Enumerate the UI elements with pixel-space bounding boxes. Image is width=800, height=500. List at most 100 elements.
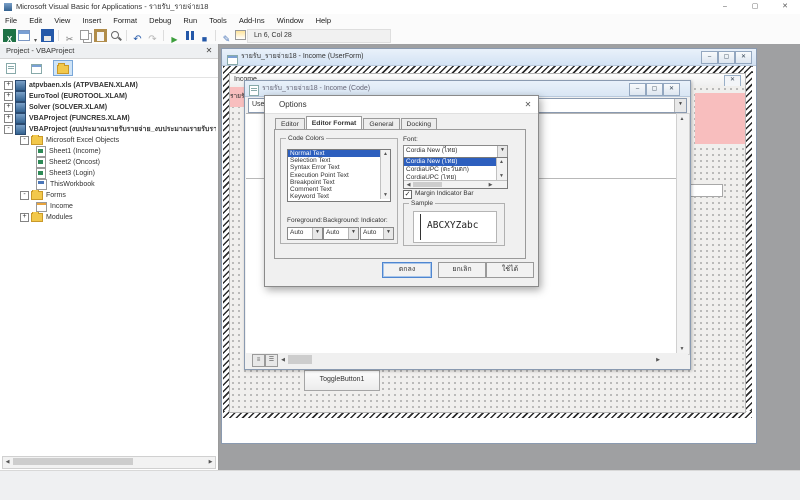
maximize-icon[interactable]: ▢ xyxy=(742,0,768,14)
menu-addins[interactable]: Add-Ins xyxy=(234,14,270,27)
hscroll-thumb[interactable] xyxy=(13,458,133,465)
project-explorer-icon[interactable] xyxy=(235,30,246,40)
run-icon[interactable] xyxy=(168,29,181,42)
view-object-icon[interactable] xyxy=(27,61,45,75)
scroll-left-icon[interactable]: ◀ xyxy=(405,182,412,188)
undo-icon[interactable] xyxy=(131,29,144,42)
insert-dropdown-icon[interactable] xyxy=(32,29,39,42)
cancel-button[interactable]: ยกเลิก xyxy=(438,262,486,278)
margin-indicator-checkbox[interactable]: ✓ xyxy=(403,190,412,199)
minimize-icon[interactable]: – xyxy=(712,0,738,14)
break-icon[interactable] xyxy=(183,29,196,42)
menu-view[interactable]: View xyxy=(49,14,75,27)
list-item[interactable]: Keyword Text xyxy=(288,193,390,200)
expander-icon[interactable]: + xyxy=(4,81,13,90)
design-mode-icon[interactable] xyxy=(220,29,233,42)
procedure-view-icon[interactable]: ≡ xyxy=(252,354,265,367)
menu-tools[interactable]: Tools xyxy=(204,14,232,27)
menu-debug[interactable]: Debug xyxy=(144,14,176,27)
designer-close-icon[interactable]: ✕ xyxy=(735,51,752,64)
scroll-right-icon[interactable]: ▶ xyxy=(487,182,494,188)
hscroll-thumb[interactable] xyxy=(288,355,312,364)
stop-icon[interactable] xyxy=(198,29,211,42)
options-titlebar[interactable]: Options ✕ xyxy=(265,96,538,114)
form-selection-border-top[interactable] xyxy=(223,66,753,73)
code-minimize-icon[interactable]: – xyxy=(629,83,646,96)
tree-item-eurotool[interactable]: +EuroTool (EUROTOOL.XLAM) xyxy=(2,91,216,102)
tree-item-thisworkbook[interactable]: ThisWorkbook xyxy=(2,179,216,190)
save-icon[interactable] xyxy=(41,29,54,42)
tab-editor-format[interactable]: Editor Format xyxy=(306,116,363,130)
scroll-up-icon[interactable]: ▲ xyxy=(381,151,390,157)
combo-arrow-icon[interactable]: ▼ xyxy=(348,228,358,239)
indicator-combo[interactable]: Auto▼ xyxy=(360,227,394,240)
menu-insert[interactable]: Insert xyxy=(77,14,106,27)
list-item[interactable]: Execution Point Text xyxy=(288,172,390,179)
full-module-view-icon[interactable]: ☰ xyxy=(265,354,278,367)
menu-help[interactable]: Help xyxy=(311,14,336,27)
font-combo-arrow-icon[interactable]: ▼ xyxy=(497,146,507,157)
code-vscrollbar[interactable]: ▲ ▼ xyxy=(676,113,690,355)
expander-icon[interactable]: - xyxy=(20,136,29,145)
background-combo[interactable]: Auto▼ xyxy=(323,227,359,240)
paste-icon[interactable] xyxy=(94,29,107,42)
menu-window[interactable]: Window xyxy=(272,14,309,27)
scroll-up-icon[interactable]: ▲ xyxy=(677,116,687,122)
project-panel-header[interactable]: Project - VBAProject ✕ xyxy=(0,44,218,59)
tree-item-excel-objects[interactable]: -Microsoft Excel Objects xyxy=(2,135,216,146)
expander-icon[interactable]: + xyxy=(4,92,13,101)
copy-icon[interactable] xyxy=(80,30,89,40)
code-maximize-icon[interactable]: ▢ xyxy=(646,83,663,96)
tree-item-modules[interactable]: +Modules xyxy=(2,212,216,223)
tree-item-sheet3[interactable]: Sheet3 (Login) xyxy=(2,168,216,179)
list-item[interactable]: Normal Text xyxy=(288,150,390,157)
scroll-down-icon[interactable]: ▼ xyxy=(677,346,687,352)
tree-item-sheet1[interactable]: Sheet1 (Income) xyxy=(2,146,216,157)
expander-icon[interactable]: - xyxy=(20,191,29,200)
font-dropdown-list[interactable]: Cordia New (ไทย) CordiaUPC (ตะวันตก) Cor… xyxy=(403,157,508,189)
scroll-right-icon[interactable]: ▶ xyxy=(654,357,662,363)
scroll-left-icon[interactable]: ◀ xyxy=(279,357,287,363)
combo-arrow-icon[interactable]: ▼ xyxy=(383,228,393,239)
close-icon[interactable]: ✕ xyxy=(772,0,798,14)
panel-close-icon[interactable]: ✕ xyxy=(202,44,216,58)
designer-minimize-icon[interactable]: – xyxy=(701,51,718,64)
tree-item-forms[interactable]: -Forms xyxy=(2,190,216,201)
scroll-left-icon[interactable]: ◀ xyxy=(4,459,11,465)
menu-edit[interactable]: Edit xyxy=(24,14,47,27)
expander-icon[interactable]: + xyxy=(4,114,13,123)
combo-arrow-icon[interactable]: ▼ xyxy=(312,228,322,239)
font-option[interactable]: CordiaUPC (ตะวันตก) xyxy=(404,166,497,174)
designer-titlebar[interactable]: รายรับ_รายจ่าย18 - Income (UserForm) – ▢… xyxy=(222,49,756,66)
apply-button[interactable]: ใช้ได้ xyxy=(486,262,534,278)
tree-item-solver[interactable]: +Solver (SOLVER.XLAM) xyxy=(2,102,216,113)
list-item[interactable]: Breakpoint Text xyxy=(288,179,390,186)
scroll-down-icon[interactable]: ▼ xyxy=(497,173,506,179)
expander-icon[interactable]: + xyxy=(20,213,29,222)
expander-icon[interactable]: + xyxy=(4,103,13,112)
ok-button[interactable]: ตกลง xyxy=(382,262,432,278)
designer-maximize-icon[interactable]: ▢ xyxy=(718,51,735,64)
find-icon[interactable] xyxy=(109,29,122,42)
view-excel-icon[interactable] xyxy=(3,29,16,42)
toggle-folders-icon[interactable] xyxy=(53,60,73,76)
font-option[interactable]: Cordia New (ไทย) xyxy=(404,158,497,166)
font-list-hscrollbar[interactable]: ◀ ▶ xyxy=(404,180,507,188)
foreground-combo[interactable]: Auto▼ xyxy=(287,227,323,240)
options-dialog[interactable]: Options ✕ EditorEditor FormatGeneralDock… xyxy=(264,95,539,287)
tree-item-income-form[interactable]: Income xyxy=(2,201,216,212)
menu-file[interactable]: File xyxy=(0,14,22,27)
redo-icon[interactable] xyxy=(146,29,159,42)
tree-item-atpvbaen[interactable]: +atpvbaen.xls (ATPVBAEN.XLAM) xyxy=(2,80,216,91)
scroll-right-icon[interactable]: ▶ xyxy=(207,459,214,465)
scroll-down-icon[interactable]: ▼ xyxy=(381,192,390,198)
toggle-button[interactable]: ToggleButton1 xyxy=(304,370,380,391)
pink-header-block[interactable] xyxy=(695,93,745,144)
insert-userform-icon[interactable] xyxy=(18,30,30,41)
scroll-up-icon[interactable]: ▲ xyxy=(497,159,506,165)
code-colors-listbox[interactable]: Normal Text Selection Text Syntax Error … xyxy=(287,149,391,202)
list-item[interactable]: Selection Text xyxy=(288,157,390,164)
tree-item-vbaproject[interactable]: -VBAProject (งบประมาณรายรับรายจ่าย_งบประ… xyxy=(2,124,216,135)
list-item[interactable]: Syntax Error Text xyxy=(288,164,390,171)
tree-item-sheet2[interactable]: Sheet2 (Oncost) xyxy=(2,157,216,168)
